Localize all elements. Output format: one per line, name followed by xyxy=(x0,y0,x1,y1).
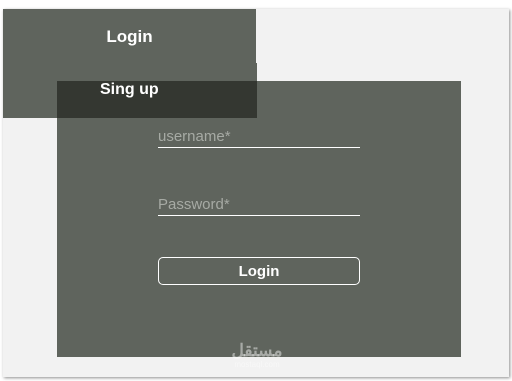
username-input[interactable] xyxy=(158,125,360,148)
tab-signup[interactable]: Sing up xyxy=(3,63,257,118)
watermark-arabic: مستقل xyxy=(231,341,283,360)
tab-login[interactable]: Login xyxy=(3,9,256,65)
tab-signup-label: Sing up xyxy=(100,81,159,98)
tab-login-label: Login xyxy=(106,27,153,46)
password-input[interactable] xyxy=(158,193,360,216)
login-button[interactable]: Login xyxy=(158,257,360,285)
watermark-logo: مستقل mostaql.com xyxy=(222,341,292,370)
form-panel xyxy=(57,81,461,357)
watermark-latin: mostaql.com xyxy=(234,360,280,369)
